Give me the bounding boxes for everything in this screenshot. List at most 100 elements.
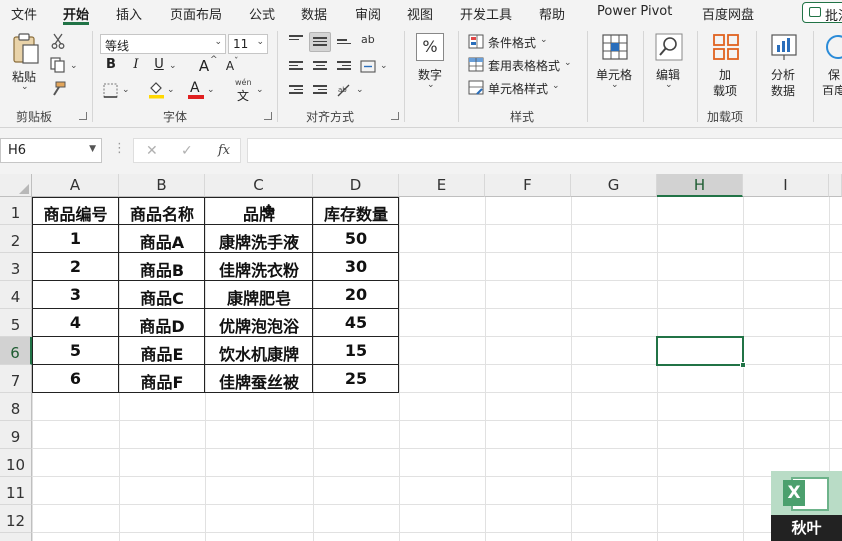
column-header[interactable]: C — [205, 174, 313, 197]
column-header[interactable]: G — [571, 174, 657, 197]
row-header[interactable]: 4 — [0, 281, 32, 309]
worksheet-grid[interactable]: ABCDEFGHI12345678910111213商品编号商品名称品牌库存数量… — [0, 174, 842, 541]
tab-page-layout[interactable]: 页面布局 — [170, 4, 222, 23]
alignment-launcher-icon[interactable] — [391, 112, 399, 120]
middle-align-icon[interactable] — [313, 37, 327, 49]
row-header[interactable]: 3 — [0, 253, 32, 281]
active-cell[interactable] — [656, 336, 744, 366]
row-header[interactable]: 11 — [0, 477, 32, 505]
menu-bar: 文件 开始 插入 页面布局 公式 数据 审阅 视图 开发工具 帮助 Power … — [0, 0, 842, 25]
column-header[interactable]: H — [657, 174, 743, 197]
add-ins-button[interactable]: 加 载项 — [706, 33, 746, 98]
row-header[interactable]: 2 — [0, 225, 32, 253]
column-header[interactable]: D — [313, 174, 399, 197]
row-header[interactable]: 7 — [0, 365, 32, 393]
column-header[interactable]: A — [32, 174, 119, 197]
tab-insert[interactable]: 插入 — [116, 4, 142, 23]
borders-icon[interactable] — [103, 83, 118, 98]
save-label-2: 百度 — [822, 84, 842, 95]
analyze-data-button[interactable]: 分析 数据 — [764, 33, 804, 98]
underline-button[interactable]: U — [151, 57, 167, 72]
tab-file[interactable]: 文件 — [11, 4, 37, 23]
top-align-icon[interactable] — [289, 35, 303, 47]
select-all-button[interactable] — [0, 174, 32, 197]
underline-dropdown-icon[interactable]: ⌄ — [169, 61, 177, 71]
save-to-baidu-button[interactable]: 保 百度 — [822, 33, 842, 95]
column-header[interactable]: B — [119, 174, 205, 197]
orientation-icon[interactable]: ab — [336, 82, 352, 98]
italic-button[interactable]: I — [128, 57, 144, 72]
orientation-dropdown-icon[interactable]: ⌄ — [356, 85, 364, 95]
cut-icon[interactable] — [51, 33, 65, 49]
enter-icon[interactable]: ✓ — [181, 143, 193, 159]
increase-indent-icon[interactable] — [313, 85, 327, 97]
copy-dropdown-icon[interactable]: ⌄ — [70, 61, 78, 71]
tab-power-pivot[interactable]: Power Pivot — [597, 4, 672, 19]
row-header[interactable]: 8 — [0, 393, 32, 421]
row-header[interactable]: 5 — [0, 309, 32, 337]
tab-help[interactable]: 帮助 — [539, 4, 565, 23]
row-header[interactable]: 12 — [0, 505, 32, 533]
add-ins-label-1: 加 — [719, 68, 732, 82]
column-header[interactable] — [829, 174, 842, 197]
column-header[interactable]: F — [485, 174, 571, 197]
tab-view[interactable]: 视图 — [407, 4, 433, 23]
conditional-format-button[interactable]: 条件格式 ⌄ — [468, 33, 578, 51]
tab-baidu-netdisk[interactable]: 百度网盘 — [702, 4, 754, 23]
ribbon-separator — [643, 31, 644, 122]
merge-dropdown-icon[interactable]: ⌄ — [380, 61, 388, 71]
phonetic-bottom-label: 文 — [237, 89, 250, 103]
cancel-icon[interactable]: ✕ — [146, 143, 158, 159]
cells-button[interactable]: 单元格 ⌄ — [595, 33, 635, 95]
clipboard-launcher-icon[interactable] — [79, 112, 87, 120]
number-format-button[interactable]: % 数字 ⌄ — [412, 33, 448, 95]
cell-styles-button[interactable]: 单元格样式 ⌄ — [468, 79, 578, 97]
fill-color-dropdown-icon[interactable]: ⌄ — [167, 85, 175, 95]
format-painter-icon[interactable] — [50, 81, 66, 97]
tab-data[interactable]: 数据 — [301, 4, 327, 23]
borders-dropdown-icon[interactable]: ⌄ — [122, 85, 130, 95]
row-header[interactable]: 6 — [0, 337, 32, 365]
align-left-icon[interactable] — [289, 61, 303, 73]
phonetic-button[interactable]: wén 文 — [234, 78, 254, 103]
qiuye-logo: X 秋叶 — [771, 471, 842, 541]
name-box[interactable]: H6 ▼ — [0, 138, 102, 163]
align-right-icon[interactable] — [337, 61, 351, 73]
row-header[interactable]: 10 — [0, 449, 32, 477]
column-header[interactable]: E — [399, 174, 485, 197]
row-header[interactable]: 1 — [0, 197, 32, 225]
font-color-dropdown-icon[interactable]: ⌄ — [207, 85, 215, 95]
font-color-button[interactable]: A — [188, 80, 204, 100]
copy-icon[interactable] — [50, 57, 66, 73]
comments-button[interactable]: 批注 — [802, 2, 842, 24]
search-icon — [655, 33, 683, 61]
paste-button[interactable]: 粘贴 ⌄ — [8, 33, 42, 93]
formula-bar-grip-icon[interactable]: ⋮ — [113, 141, 126, 156]
formula-input[interactable] — [247, 138, 842, 163]
bold-button[interactable]: B — [103, 57, 119, 72]
align-center-icon[interactable] — [313, 61, 327, 73]
editing-button[interactable]: 编辑 ⌄ — [651, 33, 687, 95]
row-header[interactable]: 13 — [0, 533, 32, 541]
cloud-save-icon — [826, 35, 842, 59]
bottom-align-icon[interactable] — [337, 39, 351, 51]
fill-handle[interactable] — [740, 362, 746, 368]
tab-review[interactable]: 审阅 — [355, 4, 381, 23]
wrap-text-icon[interactable]: ab — [361, 33, 375, 46]
decrease-indent-icon[interactable] — [289, 85, 303, 97]
fill-color-icon[interactable] — [148, 81, 165, 99]
font-launcher-icon[interactable] — [264, 112, 272, 120]
row-header[interactable]: 9 — [0, 421, 32, 449]
insert-function-icon[interactable]: fx — [218, 143, 230, 158]
save-label-1: 保 — [828, 68, 841, 82]
tab-developer[interactable]: 开发工具 — [460, 4, 512, 23]
phonetic-dropdown-icon[interactable]: ⌄ — [256, 85, 264, 95]
column-header[interactable]: I — [743, 174, 829, 197]
font-size-select[interactable]: 11 ⌄ — [228, 34, 268, 54]
chevron-down-icon: ⌄ — [214, 37, 222, 47]
merge-center-icon[interactable] — [360, 60, 376, 73]
tab-home[interactable]: 开始 — [63, 4, 89, 23]
tab-formulas[interactable]: 公式 — [249, 4, 275, 23]
font-name-select[interactable]: 等线 ⌄ — [100, 34, 226, 54]
format-as-table-button[interactable]: 套用表格格式 ⌄ — [468, 56, 578, 74]
